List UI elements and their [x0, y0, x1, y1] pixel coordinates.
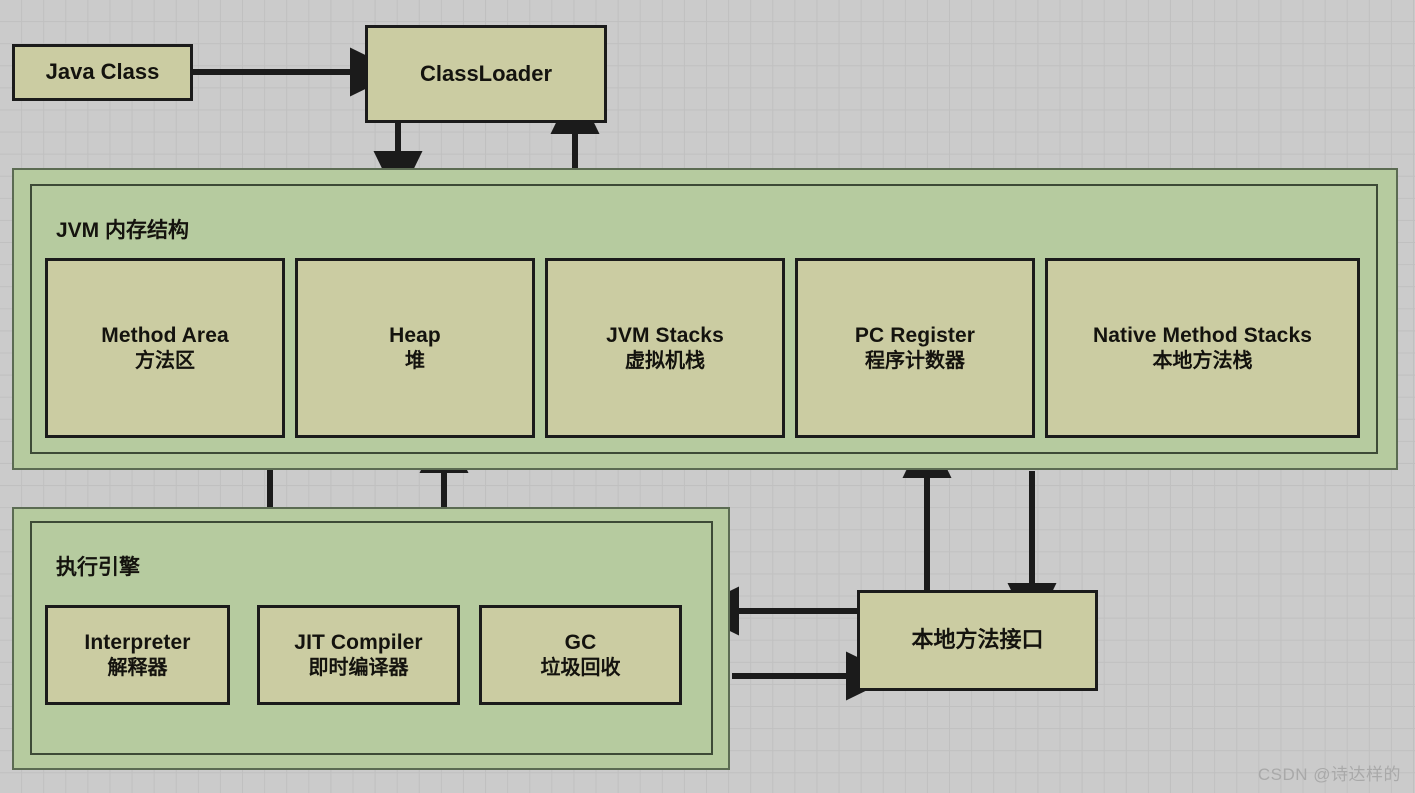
memory-area-method-area-label-cn: 方法区	[135, 349, 195, 372]
memory-area-native-method-stacks-label-cn: 本地方法栈	[1152, 349, 1253, 372]
memory-area-jvm-stacks-label-en: JVM Stacks	[606, 324, 724, 347]
memory-area-jvm-stacks[interactable]: JVM Stacks 虚拟机栈	[545, 258, 785, 438]
diagram-canvas: Java Class ClassLoader JVM 内存结构 Method A…	[0, 0, 1415, 793]
memory-area-pc-register-label-en: PC Register	[854, 324, 976, 347]
node-java-class[interactable]: Java Class	[12, 44, 193, 101]
memory-area-native-method-stacks[interactable]: Native Method Stacks 本地方法栈	[1045, 258, 1360, 438]
engine-component-interpreter-label-cn: 解释器	[107, 656, 168, 679]
node-class-loader[interactable]: ClassLoader	[365, 25, 607, 123]
watermark-text: CSDN @诗达样的	[1257, 765, 1401, 784]
memory-area-heap-label-en: Heap	[389, 324, 441, 347]
jvm-memory-structure-title: JVM 内存结构	[56, 219, 190, 242]
node-class-loader-label: ClassLoader	[419, 60, 553, 86]
memory-area-method-area-label-en: Method Area	[101, 324, 229, 347]
memory-area-jvm-stacks-label-cn: 虚拟机栈	[625, 349, 705, 372]
node-native-method-interface-label: 本地方法接口	[911, 627, 1044, 653]
memory-area-heap[interactable]: Heap 堆	[295, 258, 535, 438]
engine-component-interpreter-label-en: Interpreter	[84, 631, 191, 654]
engine-component-interpreter[interactable]: Interpreter 解释器	[45, 605, 230, 705]
engine-component-jit-compiler-label-cn: 即时编译器	[308, 656, 409, 679]
engine-component-gc-label-en: GC	[564, 631, 597, 654]
node-java-class-label: Java Class	[45, 59, 160, 85]
memory-area-native-method-stacks-label-en: Native Method Stacks	[1092, 324, 1313, 347]
engine-component-jit-compiler-label-en: JIT Compiler	[294, 631, 423, 654]
memory-area-pc-register-label-cn: 程序计数器	[865, 349, 965, 372]
memory-area-heap-label-cn: 堆	[405, 349, 425, 372]
engine-component-jit-compiler[interactable]: JIT Compiler 即时编译器	[257, 605, 460, 705]
memory-area-method-area[interactable]: Method Area 方法区	[45, 258, 285, 438]
engine-component-gc[interactable]: GC 垃圾回收	[479, 605, 682, 705]
memory-area-pc-register[interactable]: PC Register 程序计数器	[795, 258, 1035, 438]
execution-engine-title: 执行引擎	[56, 556, 140, 579]
engine-component-gc-label-cn: 垃圾回收	[540, 656, 621, 679]
node-native-method-interface[interactable]: 本地方法接口	[857, 590, 1098, 691]
